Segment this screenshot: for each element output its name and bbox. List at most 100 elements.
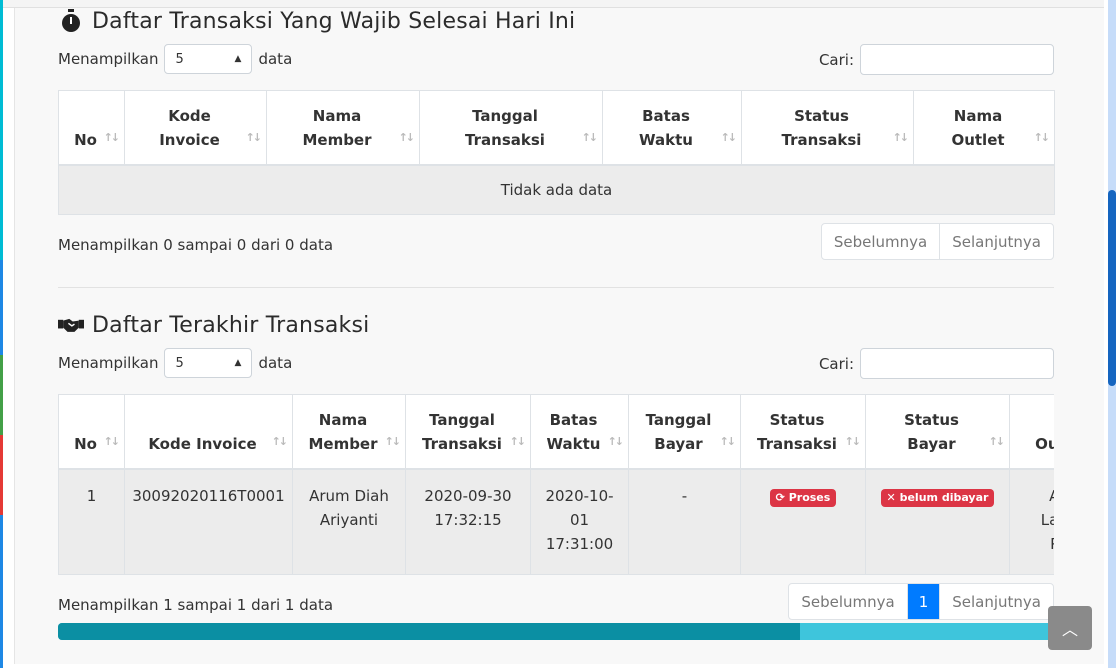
sort-icon: ↑↓	[271, 434, 289, 448]
next-page-button[interactable]: Selanjutnya	[940, 224, 1053, 259]
column-header-label: Nama	[318, 410, 368, 429]
date-line: 2020-10-	[545, 486, 614, 505]
column-header[interactable]: Nama Member ↑↓	[266, 90, 420, 166]
sort-icon: ↑↓	[509, 434, 527, 448]
section2-table: No ↑↓ Kode Invoice ↑↓ Nama Member ↑↓ Tanggal Tra…	[58, 394, 1054, 575]
left-accent-bar	[0, 0, 3, 668]
column-header-label: Bayar	[654, 434, 703, 453]
status-badge: ⟳ Proses	[769, 488, 837, 507]
horizontal-scrollbar[interactable]	[58, 623, 1054, 640]
column-header-label: Tanggal	[429, 410, 495, 429]
length-prefix: Menampilkan	[58, 50, 159, 68]
column-header-label: No	[74, 434, 97, 453]
column-header-label: Status	[794, 106, 849, 125]
column-header[interactable]: Nama Member ↑↓	[292, 394, 406, 470]
close-icon: ✕	[886, 490, 896, 504]
length-value: 5	[175, 355, 184, 371]
column-header[interactable]: Status Bayar ↑↓	[865, 394, 1010, 470]
column-header[interactable]: Batas Waktu ↑↓	[530, 394, 629, 470]
column-header-label: Tanggal	[645, 410, 712, 429]
page-scrollbar[interactable]	[1104, 0, 1116, 668]
column-header-label: Transaksi	[757, 434, 837, 453]
column-header-label: Transaksi	[465, 130, 545, 149]
outlet-line: Laun	[1040, 510, 1054, 529]
section2-title: Daftar Terakhir Transaksi	[58, 312, 369, 338]
page-scrollbar-thumb[interactable]	[1108, 190, 1116, 386]
status-badge-text: Proses	[788, 490, 831, 504]
column-header[interactable]: Kode Invoice ↑↓	[124, 90, 267, 166]
next-page-button[interactable]: Selanjutnya	[940, 584, 1053, 619]
section2-length-control: Menampilkan 5 ▲ data	[58, 348, 292, 378]
table-row[interactable]: 1 30092020116T0001 Arum Diah Ariyanti 20…	[58, 468, 1054, 575]
section2-table-info: Menampilkan 1 sampai 1 dari 1 data	[58, 596, 334, 614]
sort-icon: ↑↓	[103, 130, 121, 144]
section2-length-select[interactable]: 5 ▲	[164, 348, 253, 378]
sort-icon: ↑↓	[103, 434, 121, 448]
length-prefix: Menampilkan	[58, 354, 159, 372]
column-header[interactable]: Tanggal Transaksi ↑↓	[419, 90, 603, 166]
previous-page-button[interactable]: Sebelumnya	[822, 224, 941, 259]
member-line: Ariyanti	[319, 510, 379, 529]
payment-status-badge: ✕ belum dibayar	[880, 488, 995, 507]
cell-outlet: An Laun Po	[1009, 468, 1054, 575]
column-header[interactable]: Nama Outlet ↑↓	[913, 90, 1055, 166]
column-header[interactable]: No ↑↓	[58, 394, 125, 470]
browser-top-edge	[0, 0, 1116, 8]
column-header-label: Waktu	[546, 434, 601, 453]
section1-search-input[interactable]	[860, 44, 1054, 75]
sort-icon: ↑↓	[720, 130, 738, 144]
sort-icon: ↑↓	[844, 434, 862, 448]
column-header-label: Status	[904, 410, 959, 429]
sort-icon: ↑↓	[988, 434, 1006, 448]
section2-search-input[interactable]	[860, 348, 1054, 379]
cell-status-bayar: ✕ belum dibayar	[865, 468, 1010, 575]
column-header[interactable]: No ↑↓	[58, 90, 125, 166]
outlet-line: Po	[1016, 532, 1054, 556]
page-1-button[interactable]: 1	[907, 584, 941, 619]
cell-tanggal-bayar: -	[628, 468, 741, 575]
length-value: 5	[175, 51, 184, 67]
column-header-label: Invoice	[159, 130, 220, 149]
column-header-label: Nama	[312, 106, 362, 125]
content-card: Daftar Transaksi Yang Wajib Selesai Hari…	[14, 8, 1104, 664]
column-header[interactable]: Status Transaksi ↑↓	[740, 394, 866, 470]
column-header[interactable]: Kode Invoice ↑↓	[124, 394, 293, 470]
section2-header-row: No ↑↓ Kode Invoice ↑↓ Nama Member ↑↓ Tanggal Tra…	[58, 394, 1054, 470]
select-caret-icon: ▲	[234, 358, 242, 368]
handshake-icon	[58, 312, 84, 338]
search-label: Cari:	[818, 354, 854, 373]
length-suffix: data	[258, 354, 293, 372]
sort-icon: ↑↓	[719, 434, 737, 448]
sort-icon: ↑↓	[581, 130, 599, 144]
back-to-top-button[interactable]: ︿	[1048, 606, 1092, 650]
column-header-label: Outl	[1035, 434, 1054, 453]
column-header-label: Transaksi	[422, 434, 502, 453]
time-line: 17:31:00	[545, 534, 614, 553]
sort-icon: ↑↓	[245, 130, 263, 144]
section1-length-control: Menampilkan 5 ▲ data	[58, 44, 292, 74]
column-header[interactable]: Tanggal Bayar ↑↓	[628, 394, 741, 470]
section2-table-scroll[interactable]: No ↑↓ Kode Invoice ↑↓ Nama Member ↑↓ Tanggal Tra…	[58, 394, 1054, 576]
column-header[interactable]: Batas Waktu ↑↓	[602, 90, 742, 166]
cell-batas-waktu: 2020-10- 01 17:31:00	[530, 468, 629, 575]
section2-title-text: Daftar Terakhir Transaksi	[92, 312, 370, 338]
section1-title-text: Daftar Transaksi Yang Wajib Selesai Hari…	[92, 8, 576, 34]
column-header-label: Kode Invoice	[148, 434, 257, 453]
column-header-label: Status	[769, 410, 825, 429]
section1-table-info: Menampilkan 0 sampai 0 dari 0 data	[58, 236, 334, 254]
cell-tanggal-transaksi: 2020-09-30 17:32:15	[405, 468, 531, 575]
section2-pagination: Sebelumnya 1 Selanjutnya	[788, 583, 1054, 620]
column-header[interactable]: Outl↑↓	[1009, 394, 1054, 470]
length-suffix: data	[258, 50, 293, 68]
column-header[interactable]: Status Transaksi ↑↓	[741, 90, 914, 166]
section1-search: Cari:	[819, 44, 1054, 75]
cell-kode-invoice: 30092020116T0001	[124, 468, 293, 575]
sort-icon: ↑↓	[607, 434, 625, 448]
column-header[interactable]: Tanggal Transaksi ↑↓	[405, 394, 531, 470]
section1-length-select[interactable]: 5 ▲	[164, 44, 253, 74]
scrollbar-thumb[interactable]	[58, 623, 801, 640]
previous-page-button[interactable]: Sebelumnya	[789, 584, 908, 619]
payment-status-text: belum dibayar	[899, 490, 989, 504]
column-header-label: Transaksi	[781, 130, 862, 149]
sort-icon: ↑↓	[892, 130, 910, 144]
